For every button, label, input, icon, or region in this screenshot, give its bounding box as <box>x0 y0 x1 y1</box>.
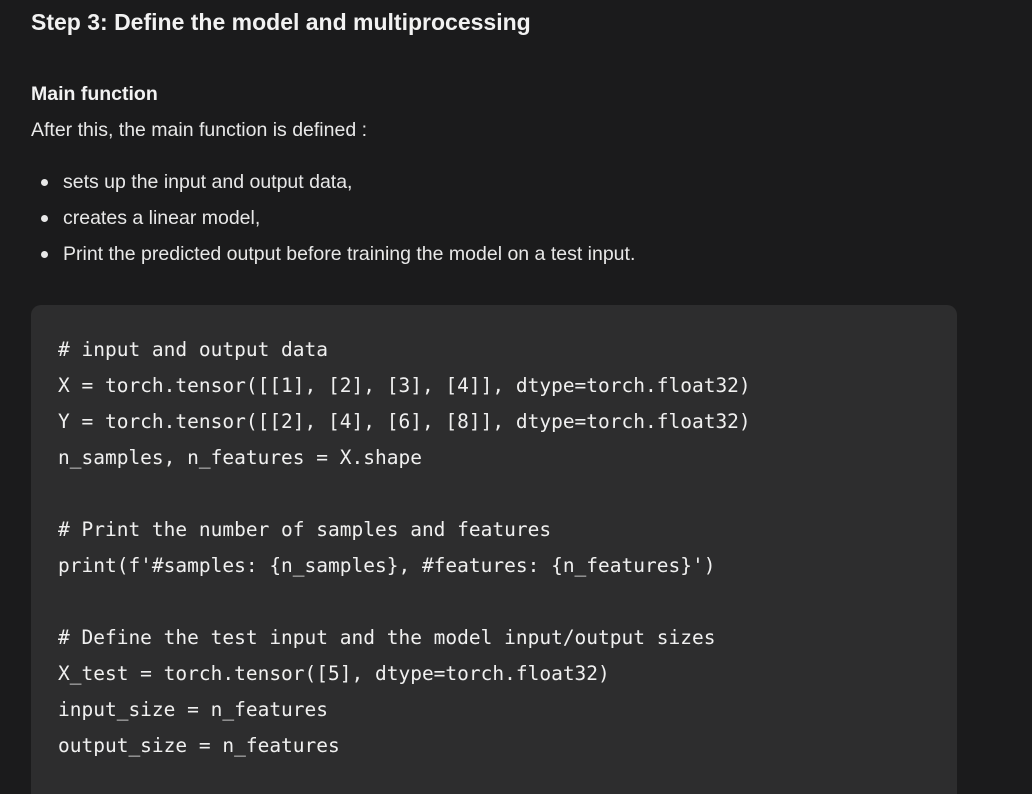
code-line: n_samples, n_features = X.shape <box>58 446 422 469</box>
code-line: # Define the test input and the model in… <box>58 626 716 649</box>
step-title: Step 3: Define the model and multiproces… <box>31 9 531 35</box>
intro-text: After this, the main function is defined… <box>31 119 368 141</box>
section-heading: Main function <box>31 83 158 105</box>
bullet-text: creates a linear model, <box>63 207 261 229</box>
code-line: input_size = n_features <box>58 698 329 721</box>
code-line: Y = torch.tensor([[2], [4], [6], [8]], d… <box>58 410 751 433</box>
bullet-text: Print the predicted output before traini… <box>63 243 636 265</box>
bullet-dot-icon <box>41 179 48 186</box>
code-content: # input and output data X = torch.tensor… <box>58 335 751 767</box>
code-line: print(f'#samples: {n_samples}, #features… <box>58 554 716 577</box>
code-line: output_size = n_features <box>58 734 340 757</box>
code-line: X_test = torch.tensor([5], dtype=torch.f… <box>58 662 610 685</box>
code-line: # input and output data <box>58 338 329 361</box>
code-line: # Print the number of samples and featur… <box>58 518 552 541</box>
code-block[interactable]: # input and output data X = torch.tensor… <box>31 305 957 794</box>
bullet-dot-icon <box>41 251 48 258</box>
code-line: X = torch.tensor([[1], [2], [3], [4]], d… <box>58 374 751 397</box>
bullet-dot-icon <box>41 215 48 222</box>
bullet-text: sets up the input and output data, <box>63 171 353 193</box>
